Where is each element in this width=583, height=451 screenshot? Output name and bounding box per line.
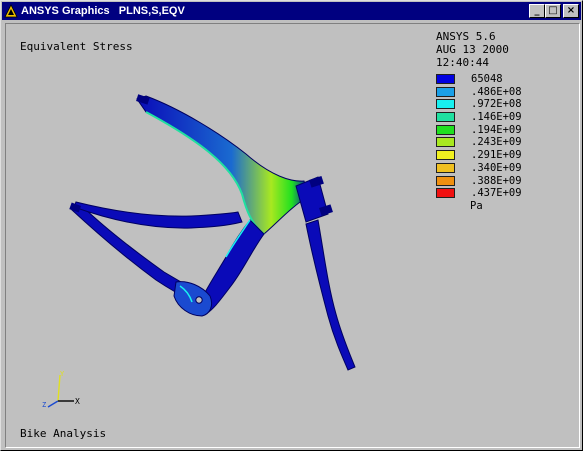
- ansys-graphics-window: ANSYS Graphics PLNS,S,EQV _ □ × Equivale…: [0, 0, 583, 451]
- triad-z-label: Z: [42, 401, 46, 409]
- maximize-button[interactable]: □: [545, 4, 561, 18]
- minimize-button[interactable]: _: [529, 4, 545, 18]
- title-bar[interactable]: ANSYS Graphics PLNS,S,EQV _ □ ×: [2, 2, 581, 20]
- ansys-logo-icon: [4, 4, 18, 18]
- seat-tip: [136, 94, 150, 105]
- fork-leg: [305, 219, 356, 371]
- graphics-canvas[interactable]: Equivalent Stress ANSYS 5.6 AUG 13 2000 …: [5, 23, 580, 448]
- bottom-bracket: [173, 281, 213, 317]
- plot-footer: Bike Analysis: [20, 427, 107, 440]
- bottom-bracket-hole: [195, 296, 203, 304]
- close-button[interactable]: ×: [563, 4, 579, 18]
- headset-cap: [309, 176, 324, 188]
- bike-frame-model: [69, 94, 356, 371]
- window-title: ANSYS Graphics PLNS,S,EQV: [21, 5, 185, 17]
- coordinate-triad-icon: Y X Z: [42, 371, 80, 409]
- triad-y-label: Y: [60, 371, 65, 378]
- triad-x-label: X: [75, 397, 80, 406]
